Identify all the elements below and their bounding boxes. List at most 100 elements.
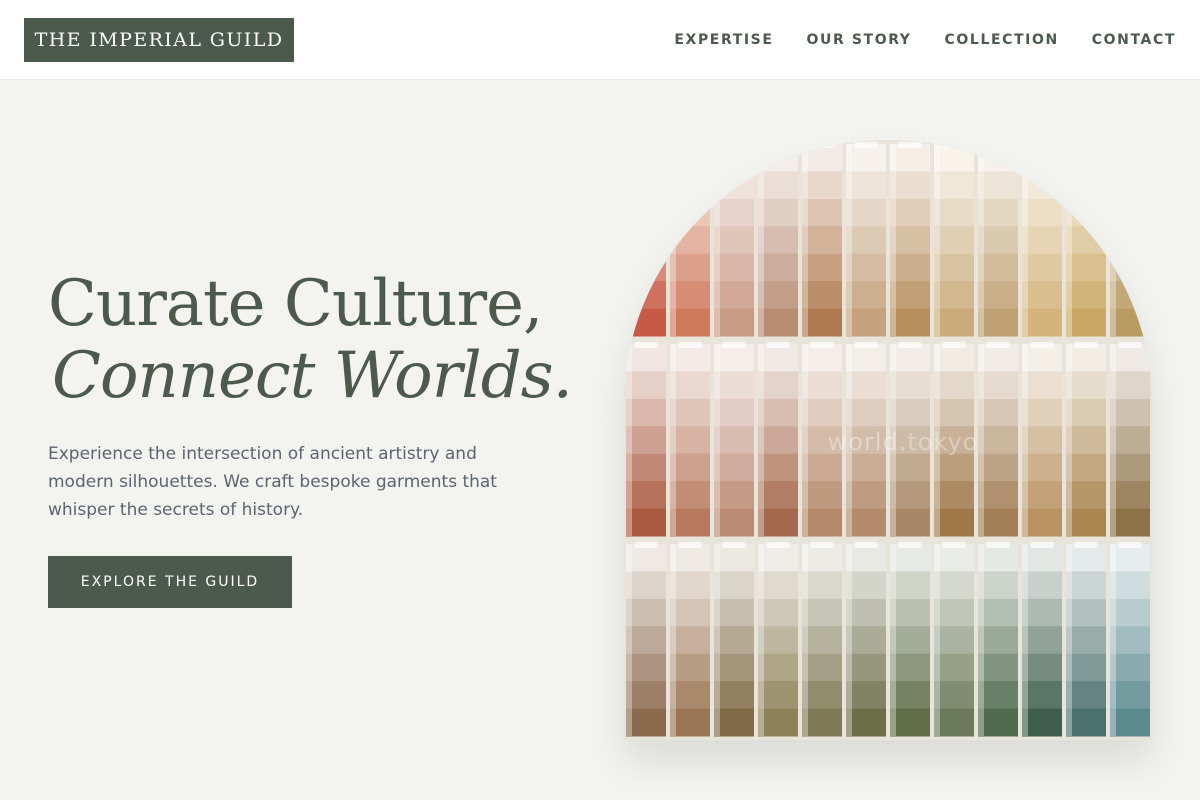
swatch-card <box>670 142 710 337</box>
swatch-chip <box>758 144 798 172</box>
card-edge-highlight <box>978 544 984 736</box>
headline-line-1: Curate Culture, <box>48 267 543 341</box>
swatch-card <box>714 542 754 737</box>
swatch-chip <box>670 171 710 200</box>
card-edge-highlight <box>1022 144 1028 336</box>
card-edge-highlight <box>846 544 852 736</box>
swatch-chip <box>626 253 666 282</box>
nav-link-contact[interactable]: CONTACT <box>1092 32 1176 48</box>
swatch-chip <box>1110 171 1150 200</box>
main-nav: EXPERTISE OUR STORY COLLECTION CONTACT <box>674 0 1176 80</box>
card-edge-highlight <box>1066 544 1072 736</box>
card-hanger-tab <box>898 142 922 148</box>
swatch-chip <box>670 144 710 172</box>
swatch-chip <box>626 198 666 227</box>
nav-link-collection[interactable]: COLLECTION <box>945 32 1059 48</box>
card-hanger-tab <box>1074 142 1098 148</box>
card-hanger-tab <box>634 542 658 548</box>
card-hanger-tab <box>854 142 878 148</box>
swatch-card <box>1022 142 1062 337</box>
card-edge-highlight <box>1110 544 1116 736</box>
swatch-chip <box>714 171 754 200</box>
card-hanger-tab <box>986 542 1010 548</box>
swatch-card <box>1066 142 1106 337</box>
card-hanger-tab <box>634 142 658 148</box>
card-hanger-tab <box>1074 542 1098 548</box>
card-hanger-tab <box>722 342 746 348</box>
swatch-chip <box>1066 144 1106 172</box>
card-edge-highlight <box>890 544 896 736</box>
swatch-card <box>802 142 842 337</box>
card-edge-highlight <box>758 544 764 736</box>
swatch-card <box>626 542 666 737</box>
card-edge-highlight <box>934 544 940 736</box>
card-hanger-tab <box>766 342 790 348</box>
swatch-card <box>1110 142 1150 337</box>
card-hanger-tab <box>810 542 834 548</box>
card-hanger-tab <box>722 142 746 148</box>
swatch-chip <box>1110 226 1150 255</box>
swatch-chip <box>1022 144 1062 172</box>
swatch-chip <box>626 308 666 337</box>
card-edge-highlight <box>802 544 808 736</box>
swatch-chip <box>714 144 754 172</box>
swatch-card <box>670 542 710 737</box>
card-hanger-tab <box>942 342 966 348</box>
card-edge-highlight <box>1066 144 1072 336</box>
brand-logo[interactable]: THE IMPERIAL GUILD <box>24 18 294 62</box>
card-hanger-tab <box>1030 542 1054 548</box>
image-watermark: world.tokyo <box>827 428 979 456</box>
card-hanger-tab <box>854 342 878 348</box>
swatch-card <box>626 142 666 337</box>
explore-guild-button[interactable]: EXPLORE THE GUILD <box>48 556 292 608</box>
swatch-card <box>758 542 798 737</box>
nav-link-our-story[interactable]: OUR STORY <box>807 32 912 48</box>
card-hanger-tab <box>898 342 922 348</box>
site-header: THE IMPERIAL GUILD EXPERTISE OUR STORY C… <box>0 0 1200 80</box>
card-hanger-tab <box>766 542 790 548</box>
swatch-chip <box>1066 171 1106 200</box>
card-edge-highlight <box>846 144 852 336</box>
card-hanger-tab <box>678 342 702 348</box>
card-hanger-tab <box>634 342 658 348</box>
card-hanger-tab <box>898 542 922 548</box>
swatch-card <box>1110 542 1150 737</box>
card-edge-highlight <box>670 144 676 336</box>
card-hanger-tab <box>810 342 834 348</box>
swatch-card <box>714 142 754 337</box>
card-edge-highlight <box>890 144 896 336</box>
swatch-chip <box>626 226 666 255</box>
card-edge-highlight <box>626 144 632 336</box>
card-hanger-tab <box>810 142 834 148</box>
swatch-card <box>802 542 842 737</box>
swatch-chip <box>626 281 666 310</box>
card-hanger-tab <box>854 542 878 548</box>
hero-arch-image: world.tokyo <box>624 140 1152 740</box>
swatch-card <box>978 542 1018 737</box>
card-hanger-tab <box>986 142 1010 148</box>
card-edge-highlight <box>626 544 632 736</box>
card-hanger-tab <box>942 542 966 548</box>
nav-link-expertise[interactable]: EXPERTISE <box>674 32 773 48</box>
swatch-chip <box>626 171 666 200</box>
swatch-chip <box>1110 144 1150 172</box>
card-edge-highlight <box>714 544 720 736</box>
card-edge-highlight <box>978 144 984 336</box>
card-hanger-tab <box>722 542 746 548</box>
swatch-card <box>934 142 974 337</box>
card-edge-highlight <box>934 144 940 336</box>
card-edge-highlight <box>802 144 808 336</box>
swatch-card <box>846 542 886 737</box>
card-hanger-tab <box>1030 342 1054 348</box>
swatch-card <box>1066 542 1106 737</box>
card-hanger-tab <box>678 142 702 148</box>
card-hanger-tab <box>1118 142 1142 148</box>
card-hanger-tab <box>766 142 790 148</box>
swatch-chip <box>670 198 710 227</box>
hero-description: Experience the intersection of ancient a… <box>48 444 497 520</box>
card-edge-highlight <box>1110 144 1116 336</box>
card-hanger-tab <box>1030 142 1054 148</box>
swatch-card <box>890 542 930 737</box>
card-hanger-tab <box>942 142 966 148</box>
hero-headline: Curate Culture, Connect Worlds. <box>48 267 573 408</box>
